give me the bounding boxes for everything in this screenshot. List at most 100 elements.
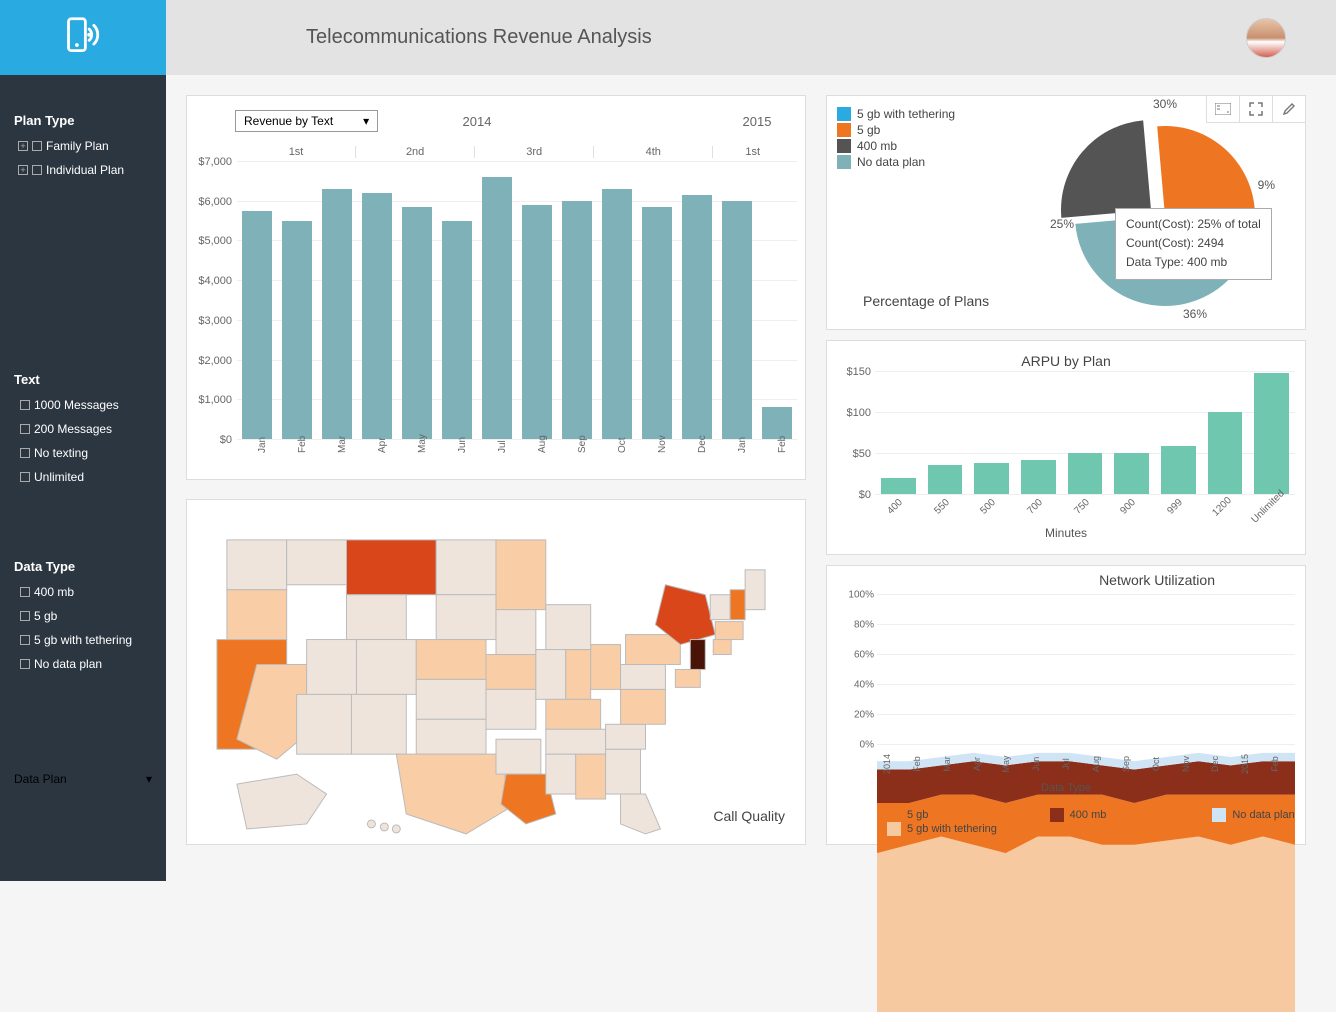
x-tick-label: Feb	[777, 436, 788, 453]
bar[interactable]: Aug	[522, 205, 552, 439]
y-tick-label: $7,000	[198, 156, 232, 168]
bar[interactable]: Jan	[242, 211, 272, 439]
checkbox-icon[interactable]	[20, 659, 30, 669]
swatch-icon	[837, 139, 851, 153]
sidebar-item-5gb[interactable]: 5 gb	[0, 604, 166, 628]
x-tick-label: Jul	[1061, 749, 1081, 779]
sidebar-item-label: 200 Messages	[34, 422, 112, 436]
tooltip-line: Count(Cost): 2494	[1126, 234, 1261, 253]
net-legend: 5 gb 400 mb No data plan 5 gb with tethe…	[887, 808, 1295, 836]
expand-icon[interactable]: +	[18, 141, 28, 151]
sidebar-item-label: Individual Plan	[46, 163, 124, 177]
legend-label: 5 gb	[857, 123, 880, 137]
checkbox-icon[interactable]	[20, 400, 30, 410]
pie-title: Percentage of Plans	[863, 293, 989, 309]
bar[interactable]: Jul	[482, 177, 512, 439]
x-tick-label: May	[1001, 749, 1021, 779]
x-tick-label: Jan	[737, 437, 748, 453]
bar[interactable]: Sep	[562, 201, 592, 439]
sidebar-item-label: 1000 Messages	[34, 398, 119, 412]
x-tick-label: Sep	[1121, 749, 1141, 779]
checkbox-icon[interactable]	[20, 635, 30, 645]
x-tick-label: Mar	[942, 749, 962, 779]
x-tick-label: Oct	[617, 437, 628, 453]
legend-label: 5 gb with tethering	[857, 107, 955, 121]
checkbox-icon[interactable]	[20, 587, 30, 597]
sidebar-item-200-messages[interactable]: 200 Messages	[0, 417, 166, 441]
checkbox-icon[interactable]	[32, 165, 42, 175]
y-tick-label: 80%	[854, 620, 874, 631]
bar[interactable]	[1161, 446, 1196, 494]
bar[interactable]: Dec	[682, 195, 712, 439]
sidebar-item-1000-messages[interactable]: 1000 Messages	[0, 393, 166, 417]
card-revenue: Revenue by Text ▾ 2014 2015 1st 2nd 3rd …	[186, 95, 806, 480]
bar[interactable]	[1114, 453, 1149, 494]
y-tick-label: 0%	[860, 740, 874, 751]
bar[interactable]: Oct	[602, 189, 632, 439]
x-tick-label: Feb	[297, 436, 308, 453]
sidebar-item-label: No data plan	[34, 657, 102, 671]
bar[interactable]: Nov	[642, 207, 672, 439]
sidebar-item-label: 400 mb	[34, 585, 74, 599]
x-tick-label: Aug	[537, 435, 548, 453]
legend-item[interactable]: 5 gb	[887, 808, 970, 822]
y-tick-label: 100%	[848, 590, 874, 601]
bar[interactable]: Jun	[442, 221, 472, 439]
arpu-title: ARPU by Plan	[1021, 353, 1110, 369]
legend-label: 400 mb	[857, 139, 897, 153]
area-chart[interactable]	[877, 594, 1295, 1012]
sidebar-item-family-plan[interactable]: +Family Plan	[0, 134, 166, 158]
legend-item[interactable]: 5 gb with tethering	[887, 822, 1027, 836]
sidebar-item-label: 5 gb with tethering	[34, 633, 132, 647]
checkbox-icon[interactable]	[20, 472, 30, 482]
x-tick-label: Aug	[1091, 749, 1111, 779]
pie-slice[interactable]	[1061, 120, 1151, 218]
sidebar-item-no-texting[interactable]: No texting	[0, 441, 166, 465]
checkbox-icon[interactable]	[20, 611, 30, 621]
main: Revenue by Text ▾ 2014 2015 1st 2nd 3rd …	[166, 75, 1336, 881]
checkbox-icon[interactable]	[20, 424, 30, 434]
y-tick-label: $50	[853, 448, 871, 460]
sidebar-item-no-data-plan[interactable]: No data plan	[0, 652, 166, 676]
sidebar-item-5gb-tethering[interactable]: 5 gb with tethering	[0, 628, 166, 652]
data-plan-select[interactable]: Data Plan ▾	[14, 767, 152, 791]
area-layer[interactable]	[877, 836, 1295, 1012]
user-avatar[interactable]	[1246, 18, 1286, 58]
arpu-axis: Minutes	[1045, 526, 1087, 540]
sidebar: Plan Type +Family Plan +Individual Plan …	[0, 75, 166, 881]
bar[interactable]: Apr	[362, 193, 392, 439]
x-tick-label: Feb	[912, 749, 932, 779]
bar[interactable]	[1208, 412, 1243, 494]
bar[interactable]: Mar	[322, 189, 352, 439]
x-tick-label: Apr	[377, 437, 388, 453]
page-title: Telecommunications Revenue Analysis	[306, 26, 652, 49]
swatch-icon	[887, 822, 901, 836]
bar[interactable]: May	[402, 207, 432, 439]
sidebar-item-400mb[interactable]: 400 mb	[0, 580, 166, 604]
x-labels: 4005505007007509009991200Unlimited	[875, 500, 1295, 520]
x-tick-label: 2014	[882, 749, 902, 779]
swatch-icon	[837, 155, 851, 169]
bar[interactable]: Feb	[762, 407, 792, 439]
expand-icon[interactable]: +	[18, 165, 28, 175]
legend-item[interactable]: 400 mb	[1050, 808, 1133, 822]
y-tick-label: $4,000	[198, 275, 232, 287]
sidebar-item-individual-plan[interactable]: + Individual Plan	[0, 158, 166, 182]
legend-label: 5 gb	[907, 809, 928, 821]
legend-item[interactable]: No data plan	[1212, 808, 1295, 822]
sidebar-item-unlimited[interactable]: Unlimited	[0, 465, 166, 489]
revenue-plot: $0$1,000$2,000$3,000$4,000$5,000$6,000$7…	[237, 161, 797, 439]
sidebar-heading-text: Text	[0, 362, 166, 393]
y-tick-label: 20%	[854, 710, 874, 721]
usa-map[interactable]	[197, 510, 795, 839]
bar[interactable]	[1254, 373, 1289, 494]
checkbox-icon[interactable]	[32, 141, 42, 151]
bar[interactable]: Feb	[282, 221, 312, 439]
y-tick-label: $1,000	[198, 394, 232, 406]
bar[interactable]: Jan	[722, 201, 752, 439]
y-tick-label: $2,000	[198, 355, 232, 367]
checkbox-icon[interactable]	[20, 448, 30, 458]
quarter-label: 3rd	[474, 146, 593, 158]
swatch-icon	[1212, 808, 1226, 822]
y-tick-label: $0	[859, 489, 871, 501]
